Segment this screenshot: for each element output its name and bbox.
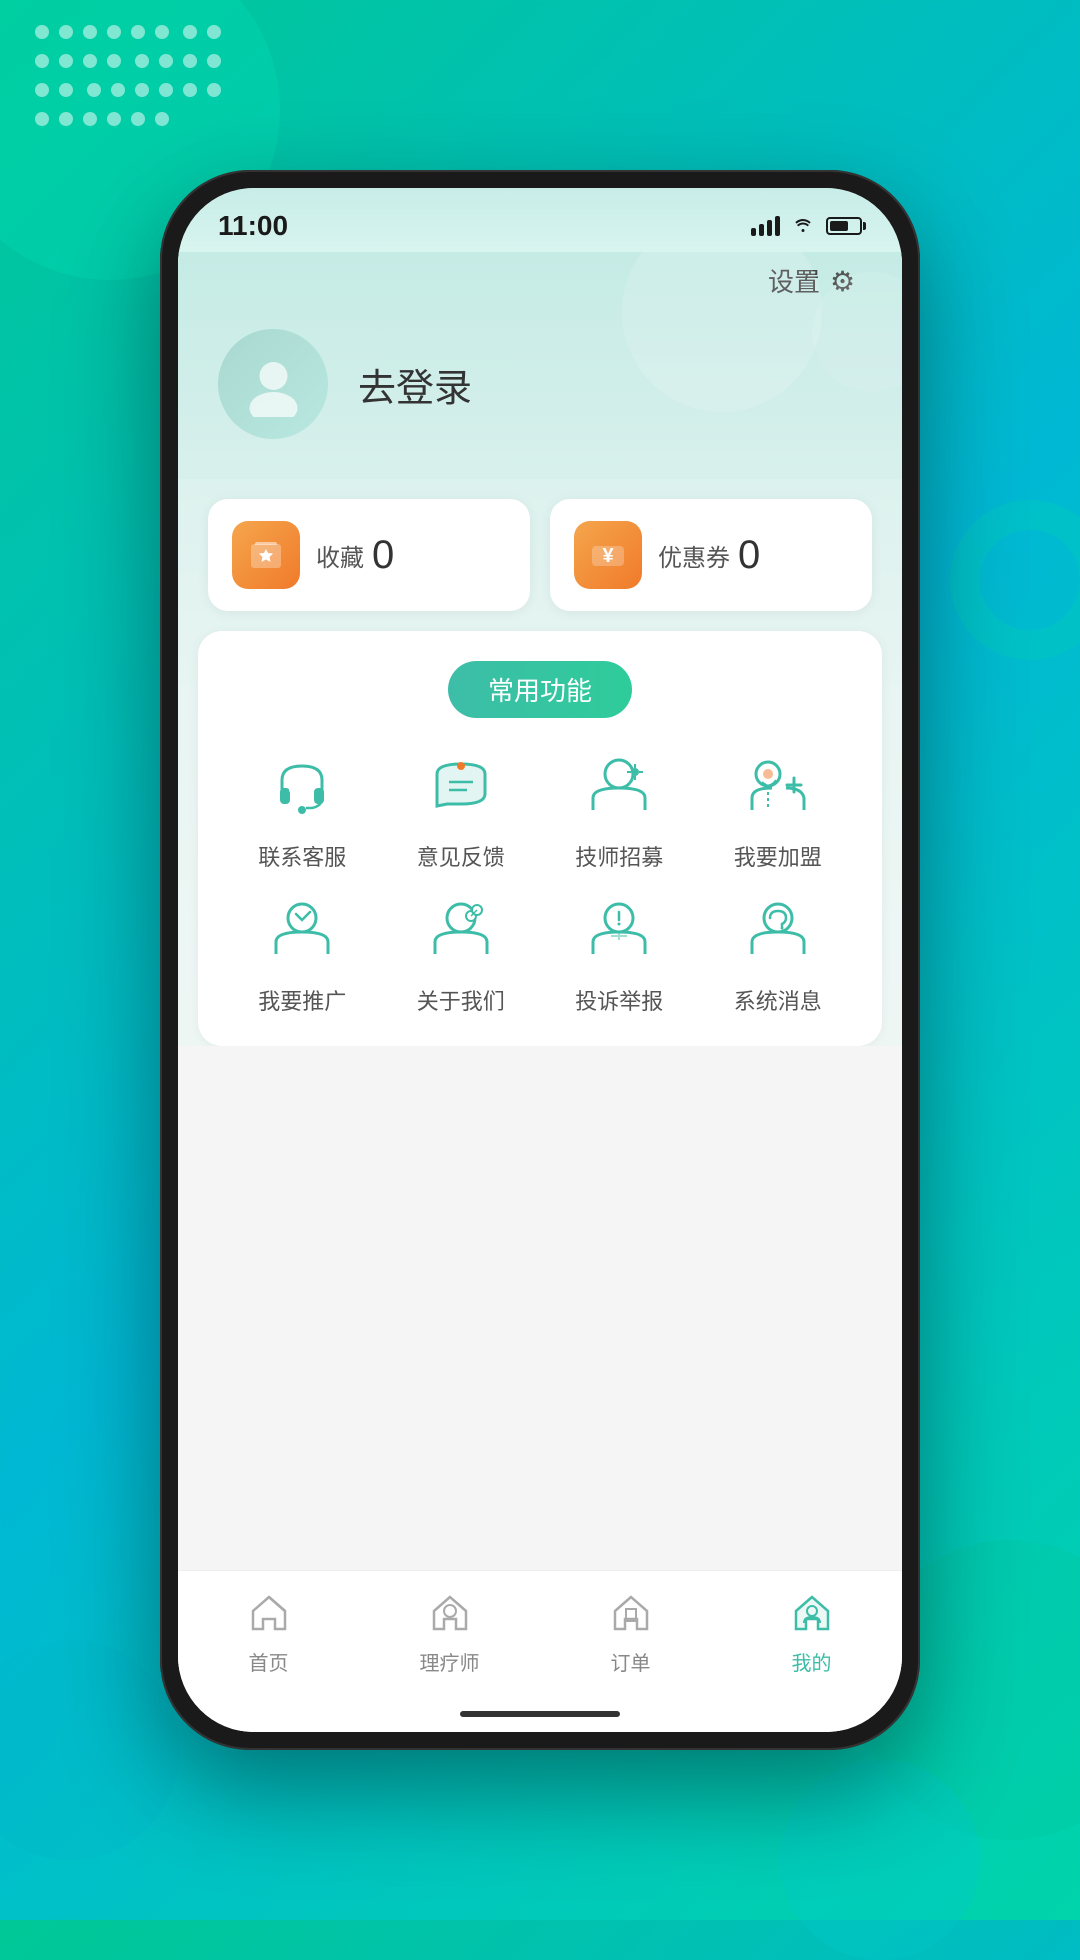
promote-label: 我要推广 — [258, 984, 346, 1016]
about-us-icon — [421, 892, 501, 972]
coupons-count: 0 — [738, 533, 760, 578]
mine-nav-label: 我的 — [792, 1647, 832, 1676]
customer-service-label: 联系客服 — [258, 840, 346, 872]
orders-nav-label: 订单 — [611, 1647, 651, 1676]
function-item-about-us[interactable]: 关于我们 — [387, 892, 536, 1016]
status-bar: 11:00 — [178, 188, 902, 252]
login-prompt[interactable]: 去登录 — [358, 357, 472, 412]
favorites-count: 0 — [372, 533, 394, 578]
bottom-nav: 首页 理疗师 — [178, 1570, 902, 1696]
functions-grid: 联系客服 — [228, 748, 852, 1016]
function-item-technician-recruit[interactable]: 技师招募 — [545, 748, 694, 872]
orders-nav-icon — [605, 1587, 657, 1639]
technician-recruit-label: 技师招募 — [575, 840, 663, 872]
phone-frame: 11:00 — [160, 170, 920, 1750]
favorites-card[interactable]: 收藏 0 — [208, 499, 530, 611]
nav-item-orders[interactable]: 订单 — [540, 1587, 721, 1676]
battery-icon — [826, 217, 862, 235]
status-icons — [751, 215, 862, 238]
complaint-icon — [579, 892, 659, 972]
coupons-card-text: 优惠券 0 — [658, 533, 760, 578]
feedback-label: 意见反馈 — [417, 840, 505, 872]
header-section: 设置 ⚙ 去登录 — [178, 252, 902, 479]
complaint-label: 投诉举报 — [575, 984, 663, 1016]
system-message-icon — [738, 892, 818, 972]
phone-screen: 11:00 — [178, 188, 902, 1732]
functions-title-wrap: 常用功能 — [228, 661, 852, 718]
coupons-card-icon-wrap: ¥ — [574, 521, 642, 589]
home-indicator — [460, 1711, 620, 1717]
nav-item-mine[interactable]: 我的 — [721, 1587, 902, 1676]
nav-item-home[interactable]: 首页 — [178, 1587, 359, 1676]
functions-section: 常用功能 — [198, 631, 882, 1046]
function-item-promote[interactable]: 我要推广 — [228, 892, 377, 1016]
signal-icon — [751, 216, 780, 236]
favorites-card-text: 收藏 0 — [316, 533, 394, 578]
about-us-label: 关于我们 — [417, 984, 505, 1016]
status-time: 11:00 — [218, 210, 288, 242]
join-us-label: 我要加盟 — [734, 840, 822, 872]
system-message-label: 系统消息 — [734, 984, 822, 1016]
function-item-complaint[interactable]: 投诉举报 — [545, 892, 694, 1016]
avatar — [218, 329, 328, 439]
bg-decoration-circle-bottom — [780, 1760, 980, 1960]
home-nav-icon — [243, 1587, 295, 1639]
bg-decoration-circle-right — [950, 500, 1080, 660]
technician-recruit-icon — [579, 748, 659, 828]
mine-nav-icon — [786, 1587, 838, 1639]
coupons-label: 优惠券 — [658, 538, 730, 573]
therapist-nav-icon — [424, 1587, 476, 1639]
feedback-icon — [421, 748, 501, 828]
therapist-nav-label: 理疗师 — [420, 1647, 480, 1676]
favorites-label: 收藏 — [316, 538, 364, 573]
function-item-system-message[interactable]: 系统消息 — [704, 892, 853, 1016]
cards-section: 收藏 0 ¥ 优惠券 0 — [178, 479, 902, 631]
main-content: 设置 ⚙ 去登录 — [178, 252, 902, 1732]
bg-decoration-circle-bl — [0, 1640, 180, 1860]
function-item-join-us[interactable]: 我要加盟 — [704, 748, 853, 872]
content-spacer — [178, 1046, 902, 1570]
nav-item-therapist[interactable]: 理疗师 — [359, 1587, 540, 1676]
home-bar — [178, 1696, 902, 1732]
function-item-feedback[interactable]: 意见反馈 — [387, 748, 536, 872]
customer-service-icon — [262, 748, 342, 828]
favorites-card-icon-wrap — [232, 521, 300, 589]
home-nav-label: 首页 — [249, 1647, 289, 1676]
svg-text:¥: ¥ — [602, 545, 614, 567]
functions-title: 常用功能 — [448, 661, 632, 718]
join-us-icon — [738, 748, 818, 828]
function-item-customer-service[interactable]: 联系客服 — [228, 748, 377, 872]
coupons-card[interactable]: ¥ 优惠券 0 — [550, 499, 872, 611]
wifi-icon — [792, 215, 814, 238]
promote-icon — [262, 892, 342, 972]
